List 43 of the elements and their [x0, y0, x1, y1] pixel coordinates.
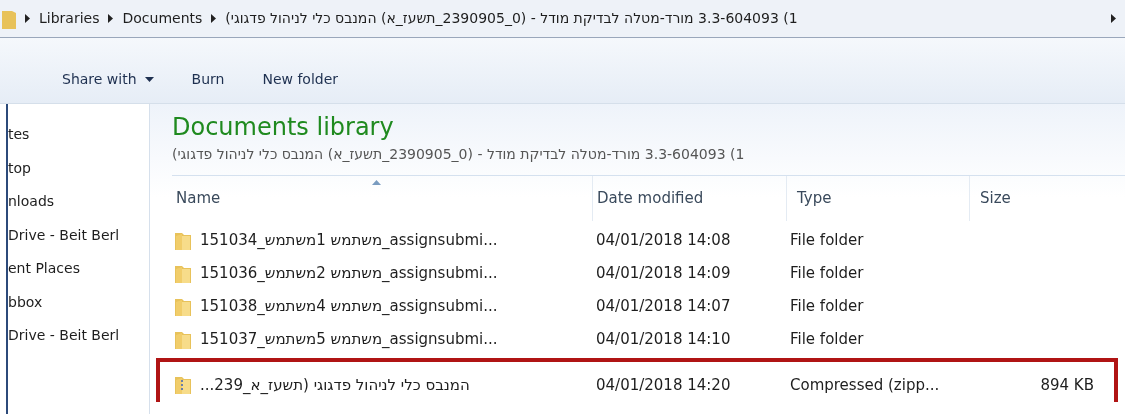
type-cell-text: File folder [790, 230, 865, 252]
size-cell-text: 894 KB [1039, 374, 1094, 396]
date-cell-text: 04/01/2018 14:09 [596, 263, 732, 285]
date-cell-text: 04/01/2018 14:07 [596, 296, 732, 318]
nav-item[interactable]: Drive - Beit Berl [8, 224, 149, 258]
nav-item[interactable]: tes [8, 124, 149, 158]
folder-icon [2, 8, 16, 29]
file-name[interactable]: 151038_משתמש 4משתמש_assignsubmi... [200, 295, 498, 318]
type-cell-text: Compressed (zipp... [790, 374, 941, 396]
nav-item[interactable]: bbox [8, 291, 149, 325]
chevron-icon [107, 14, 115, 23]
library-subtitle: 1) 3.3-604093 מורד-מטלה לבדיקת מודל - (0_2390905_תשעז_א) המנבס כלי לניהול פדגוגי) [172, 145, 746, 164]
file-name[interactable]: ...המנבס כלי לניהול פדגוגי (תשעז_א_239 [200, 373, 470, 397]
toolbar-button[interactable]: Burn [191, 69, 225, 90]
breadcrumb-segment[interactable]: 1) 3.3-604093 מורד-מטלה לבדיקת מודל - (0_2390905_תשעז_א) המנבס כלי לניהול פדגוגי) [225, 8, 798, 29]
nav-item[interactable]: top [8, 157, 149, 191]
type-cell-text: File folder [790, 329, 865, 351]
date-cell-text: 04/01/2018 14:10 [596, 329, 732, 351]
date-cell-text: 04/01/2018 14:08 [596, 230, 732, 252]
nav-item[interactable]: nloads [8, 191, 149, 225]
breadcrumb-segment[interactable]: Documents [122, 8, 203, 29]
zip-folder-icon [172, 374, 194, 396]
breadcrumb-segment[interactable]: Libraries [39, 8, 100, 29]
type-cell-text: File folder [790, 296, 865, 318]
file-name[interactable]: 151037_משתמש 5משתמש_assignsubmi... [200, 328, 498, 351]
chevron-icon [24, 14, 31, 23]
nav-item[interactable]: ent Places [8, 258, 149, 292]
column-header[interactable]: Size [980, 187, 1011, 210]
library-title: Documents library [172, 112, 395, 142]
nav-item[interactable]: Drive - Beit Berl [8, 325, 149, 359]
file-name[interactable]: 151036_משתמש 2משתמש_assignsubmi... [200, 262, 498, 285]
column-header[interactable]: Name [176, 187, 221, 210]
column-header[interactable]: Date modified [597, 187, 704, 210]
chevron-icon [1110, 14, 1117, 23]
toolbar-button[interactable]: New folder [262, 69, 339, 90]
file-name[interactable]: 151034_משתמש 1משתמש_assignsubmi... [200, 229, 498, 252]
date-cell-text: 04/01/2018 14:20 [596, 374, 732, 396]
type-cell-text: File folder [790, 263, 865, 285]
toolbar-button[interactable]: Share with [62, 69, 154, 90]
sort-arrow-icon [372, 180, 381, 185]
caret-icon [144, 77, 154, 82]
chevron-icon [210, 14, 218, 23]
column-header[interactable]: Type [797, 187, 832, 210]
